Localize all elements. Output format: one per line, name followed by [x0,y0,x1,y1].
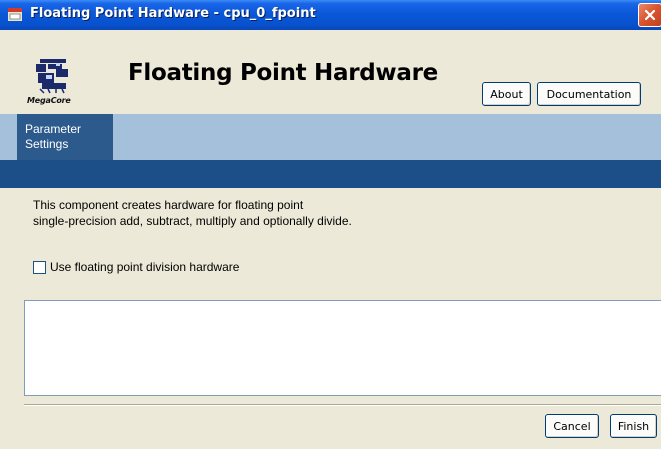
component-description: This component creates hardware for floa… [33,197,352,229]
close-x-icon [644,9,656,21]
footer-divider [24,404,661,406]
description-line-1: This component creates hardware for floa… [33,198,304,212]
documentation-button[interactable]: Documentation [537,82,641,106]
megacore-logo-icon [30,55,78,101]
close-button[interactable] [638,3,661,27]
tab-strip: Parameter Settings [0,114,661,160]
description-line-2: single-precision add, subtract, multiply… [33,214,352,228]
cancel-button[interactable]: Cancel [545,414,599,438]
tab-content-header [0,160,661,188]
message-panel [24,300,661,396]
window-title: Floating Point Hardware - cpu_0_fpoint [30,6,316,21]
page-title: Floating Point Hardware [128,60,438,86]
tab-label: Parameter Settings [25,122,82,151]
title-bar[interactable]: Floating Point Hardware - cpu_0_fpoint [0,0,661,30]
logo-wordmark: MegaCore [27,96,71,105]
tab-parameter-settings[interactable]: Parameter Settings [17,114,113,160]
division-checkbox-label[interactable]: Use floating point division hardware [50,260,239,274]
dialog-window: Floating Point Hardware - cpu_0_fpoint M… [0,0,661,449]
app-window-icon [8,8,22,21]
finish-button[interactable]: Finish [610,414,657,438]
division-checkbox[interactable] [33,260,46,274]
header: MegaCore Floating Point Hardware About D… [0,30,661,114]
division-option[interactable]: Use floating point division hardware [33,260,239,274]
about-button[interactable]: About [482,82,531,106]
